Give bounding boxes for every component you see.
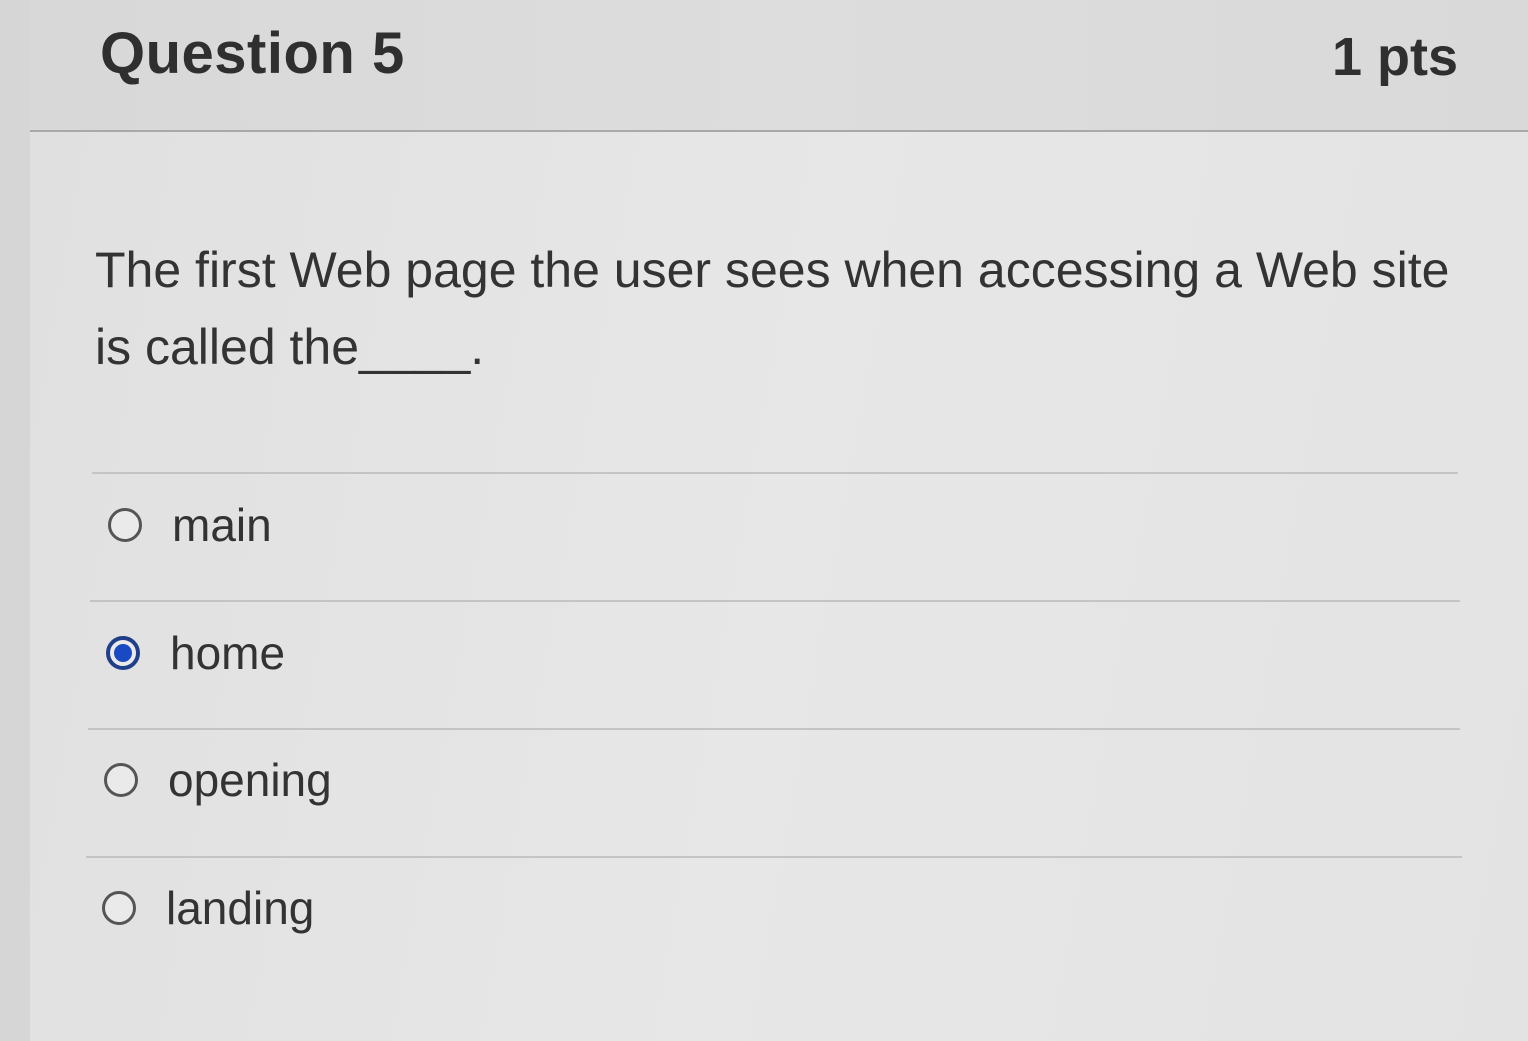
answer-label-opening: opening bbox=[168, 754, 332, 806]
answer-label-main: main bbox=[172, 499, 272, 551]
radio-button-home-selected[interactable] bbox=[106, 636, 140, 670]
answer-divider bbox=[90, 600, 1460, 602]
answer-option-main[interactable]: main bbox=[108, 490, 272, 560]
left-gutter bbox=[0, 0, 31, 1041]
answer-label-home: home bbox=[170, 627, 286, 679]
answer-label-landing: landing bbox=[166, 882, 315, 934]
answer-divider bbox=[92, 472, 1458, 474]
answer-option-opening[interactable]: opening bbox=[104, 745, 332, 815]
answer-option-home[interactable]: home bbox=[106, 618, 285, 688]
answer-divider bbox=[86, 856, 1462, 858]
question-points: 1 pts bbox=[1331, 27, 1458, 87]
question-title: Question 5 bbox=[100, 21, 405, 86]
answer-option-landing[interactable]: landing bbox=[102, 873, 314, 943]
question-card: Question 5 1 pts The first Web page the … bbox=[30, 0, 1528, 1041]
question-text: The first Web page the user sees when ac… bbox=[95, 242, 1450, 375]
radio-button-landing[interactable] bbox=[102, 891, 136, 925]
radio-button-main[interactable] bbox=[108, 508, 142, 542]
quiz-page: Question 5 1 pts The first Web page the … bbox=[0, 0, 1528, 1041]
question-header: Question 5 1 pts bbox=[30, 0, 1528, 132]
radio-button-opening[interactable] bbox=[104, 763, 138, 797]
answer-divider bbox=[88, 728, 1460, 730]
